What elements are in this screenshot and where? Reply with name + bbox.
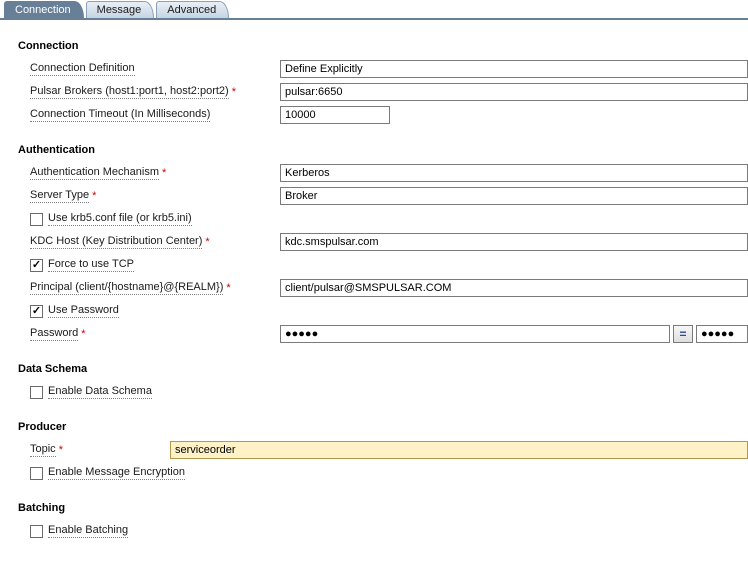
tab-bar: Connection Message Advanced [0,0,748,20]
required-brokers: * [232,86,236,98]
label-use-password: Use Password [48,304,119,318]
row-brokers: Pulsar Brokers (host1:port1, host2:port2… [18,81,748,103]
input-kdc-host[interactable] [280,233,748,251]
label-enable-encryption: Enable Message Encryption [48,466,185,480]
label-enable-batching: Enable Batching [48,524,128,538]
required-server-type: * [92,190,96,202]
row-server-type: Server Type * [18,185,748,207]
required-principal: * [226,282,230,294]
row-connection-definition: Connection Definition [18,58,748,80]
row-kdc-host: KDC Host (Key Distribution Center) * [18,231,748,253]
required-kdc-host: * [205,236,209,248]
tab-advanced[interactable]: Advanced [156,1,229,18]
row-topic: Topic * [18,439,748,461]
checkbox-use-password[interactable] [30,305,43,318]
row-principal: Principal (client/{hostname}@{REALM}) * [18,277,748,299]
label-server-type: Server Type [30,189,89,203]
row-password: Password * = [18,323,748,345]
section-header-schema: Data Schema [18,363,748,375]
input-password-confirm[interactable] [696,325,748,343]
label-principal: Principal (client/{hostname}@{REALM}) [30,281,223,295]
checkbox-enable-encryption[interactable] [30,467,43,480]
label-password: Password [30,327,78,341]
label-auth-mechanism: Authentication Mechanism [30,166,159,180]
label-kdc-host: KDC Host (Key Distribution Center) [30,235,202,249]
input-auth-mechanism[interactable] [280,164,748,182]
equals-button[interactable]: = [673,325,693,343]
row-enable-batching: Enable Batching [18,520,748,542]
section-header-batching: Batching [18,502,748,514]
tab-connection[interactable]: Connection [4,1,84,18]
input-topic[interactable] [170,441,748,459]
label-connection-definition: Connection Definition [30,62,135,76]
input-password[interactable] [280,325,670,343]
tab-message[interactable]: Message [86,1,155,18]
input-brokers[interactable] [280,83,748,101]
row-auth-mechanism: Authentication Mechanism * [18,162,748,184]
label-enable-schema: Enable Data Schema [48,385,152,399]
row-force-tcp: Force to use TCP [18,254,748,276]
row-timeout: Connection Timeout (In Milliseconds) [18,104,748,126]
input-principal[interactable] [280,279,748,297]
content-panel: Connection Connection Definition Pulsar … [0,20,748,553]
required-topic: * [59,444,63,456]
checkbox-use-krb5[interactable] [30,213,43,226]
input-connection-definition[interactable] [280,60,748,78]
checkbox-enable-schema[interactable] [30,386,43,399]
row-use-krb5: Use krb5.conf file (or krb5.ini) [18,208,748,230]
label-use-krb5: Use krb5.conf file (or krb5.ini) [48,212,192,226]
section-header-producer: Producer [18,421,748,433]
row-use-password: Use Password [18,300,748,322]
section-header-connection: Connection [18,40,748,52]
input-server-type[interactable] [280,187,748,205]
input-timeout[interactable] [280,106,390,124]
label-brokers: Pulsar Brokers (host1:port1, host2:port2… [30,85,229,99]
label-topic: Topic [30,443,56,457]
required-password: * [81,328,85,340]
checkbox-force-tcp[interactable] [30,259,43,272]
row-enable-schema: Enable Data Schema [18,381,748,403]
required-auth-mechanism: * [162,167,166,179]
checkbox-enable-batching[interactable] [30,525,43,538]
row-enable-encryption: Enable Message Encryption [18,462,748,484]
section-header-auth: Authentication [18,144,748,156]
label-timeout: Connection Timeout (In Milliseconds) [30,108,210,122]
label-force-tcp: Force to use TCP [48,258,134,272]
